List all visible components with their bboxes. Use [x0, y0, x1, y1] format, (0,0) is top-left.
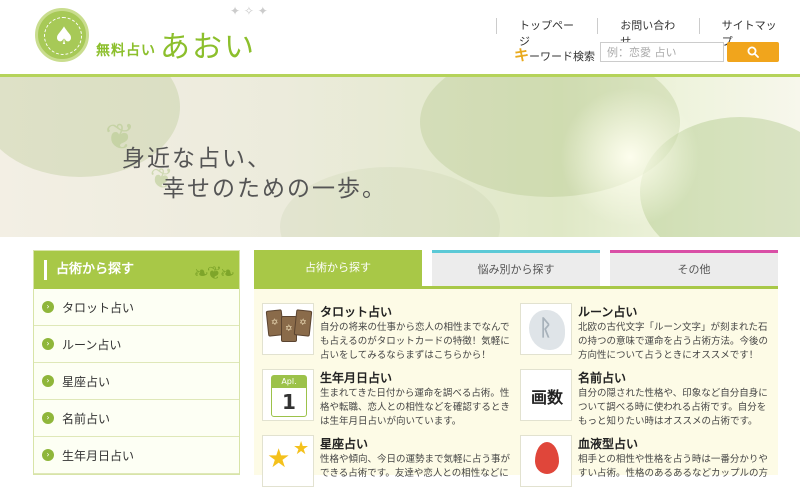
chevron-right-icon: ›	[42, 449, 54, 461]
sidebar-title: 占術から探す ❧❦❧	[34, 251, 239, 289]
card-title[interactable]: 星座占い	[320, 435, 368, 452]
calendar-icon: Apl. 1	[271, 375, 307, 417]
card-description: 自分の将来の仕事から恋人の相性までなんでも占えるのがタロットカードの特徴！気軽に…	[320, 322, 510, 361]
search-label-text: ーワード検索	[529, 50, 596, 63]
sidebar-item-label: 生年月日占い	[62, 448, 135, 463]
search-label-initial: キ	[514, 46, 530, 64]
chevron-right-icon: ›	[42, 412, 54, 424]
sidebar: 占術から探す ❧❦❧ › タロット占い › ルーン占い › 星座占い › 名前占い › 生…	[33, 250, 240, 475]
sidebar-item-name[interactable]: › 名前占い	[34, 400, 239, 437]
card-title[interactable]: タロット占い	[320, 303, 392, 320]
hero-tagline-1: 身近な占い、	[122, 146, 272, 172]
blood-thumbnail	[520, 435, 572, 487]
tarot-thumbnail: ✡ ✡ ✡	[262, 303, 314, 355]
chevron-right-icon: ›	[42, 301, 54, 313]
sidebar-item-tarot[interactable]: › タロット占い	[34, 289, 239, 326]
card-title[interactable]: 名前占い	[578, 369, 626, 386]
sidebar-item-rune[interactable]: › ルーン占い	[34, 326, 239, 363]
top-navigation: トップページ お問い合わせ サイトマップ	[496, 18, 800, 48]
blood-drop-icon	[535, 442, 559, 474]
card-title[interactable]: 血液型占い	[578, 435, 638, 452]
sidebar-item-birthday[interactable]: › 生年月日占い	[34, 437, 239, 474]
tarot-card-icon: ✡	[293, 309, 313, 337]
hero-light	[560, 87, 700, 227]
card-description: 性格や傾向、今日の運勢まで気軽に占う事ができる占術です。友達や恋人との相性などに	[320, 454, 511, 479]
tab-other[interactable]: その他	[610, 250, 778, 286]
rune-thumbnail: ᚱ	[520, 303, 572, 355]
ivy-icon: ❧❦❧	[193, 263, 235, 284]
spade-icon: ♠	[53, 22, 75, 50]
site-header: ♠ 無料占い あおい ✦ ✧ ✦ トップページ お問い合わせ サイトマップ キー…	[0, 0, 800, 78]
card-description: 北欧の古代文字「ルーン文字」が刻まれた石の持つの意味で運命を占う占術方法。今後の…	[578, 322, 769, 361]
nav-top-page[interactable]: トップページ	[496, 18, 597, 48]
calendar-thumbnail: Apl. 1	[262, 369, 314, 421]
search-button[interactable]	[727, 42, 779, 62]
logo-title[interactable]: あおい	[160, 22, 256, 66]
sidebar-item-label: 星座占い	[62, 374, 111, 389]
chevron-right-icon: ›	[42, 375, 54, 387]
star-icon: ★	[293, 438, 310, 459]
sidebar-item-label: ルーン占い	[62, 337, 122, 352]
calendar-month: Apl.	[272, 376, 306, 388]
card-description: 自分の隠された性格や、印象など自分自身について調べる時に使われる占術です。自分を…	[578, 388, 768, 427]
card-title[interactable]: ルーン占い	[578, 303, 637, 320]
nav-contact[interactable]: お問い合わせ	[597, 18, 698, 48]
name-thumbnail: 画数	[520, 369, 572, 421]
nav-sitemap[interactable]: サイトマップ	[698, 18, 800, 48]
hero-tagline-2: 幸せのための一歩。	[162, 176, 387, 202]
tab-by-worry[interactable]: 悩み別から探す	[432, 250, 600, 286]
search-icon	[747, 46, 759, 58]
search-input[interactable]	[600, 42, 724, 62]
card-title[interactable]: 生年月日占い	[320, 369, 392, 386]
stars-thumbnail: ★ ★	[262, 435, 314, 487]
search-label: キーワード検索	[514, 44, 595, 65]
fortune-list: ✡ ✡ ✡ タロット占い 自分の将来の仕事から恋人の相性までなんでも占えるのがタ…	[254, 286, 778, 487]
calendar-day: 1	[282, 390, 296, 414]
card-description: 生まれてきた日付から運命を調べる占術。性格や転職、恋人との相性などを確認するとき…	[320, 388, 510, 427]
sidebar-title-text: 占術から探す	[56, 262, 135, 277]
sidebar-item-zodiac[interactable]: › 星座占い	[34, 363, 239, 400]
star-icon: ★	[267, 444, 291, 474]
sidebar-item-label: タロット占い	[62, 300, 135, 315]
rune-symbol-icon: ᚱ	[539, 316, 553, 341]
kanji-strokes-icon: 画数	[530, 388, 563, 407]
sparkle-icon: ✦ ✧ ✦	[230, 4, 268, 18]
sidebar-item-label: 名前占い	[62, 411, 111, 426]
tab-by-method[interactable]: 占術から探す	[254, 250, 422, 286]
chevron-right-icon: ›	[42, 338, 54, 350]
hero-banner: ❦ ❦ 身近な占い、 幸せのための一歩。	[0, 77, 800, 237]
logo-emblem[interactable]: ♠	[35, 8, 89, 62]
card-description: 相手との相性や性格を占う時は一番分かりやすい占術。性格のあるあるなどカップルの方	[578, 454, 769, 479]
logo-subtitle: 無料占い	[96, 43, 156, 59]
